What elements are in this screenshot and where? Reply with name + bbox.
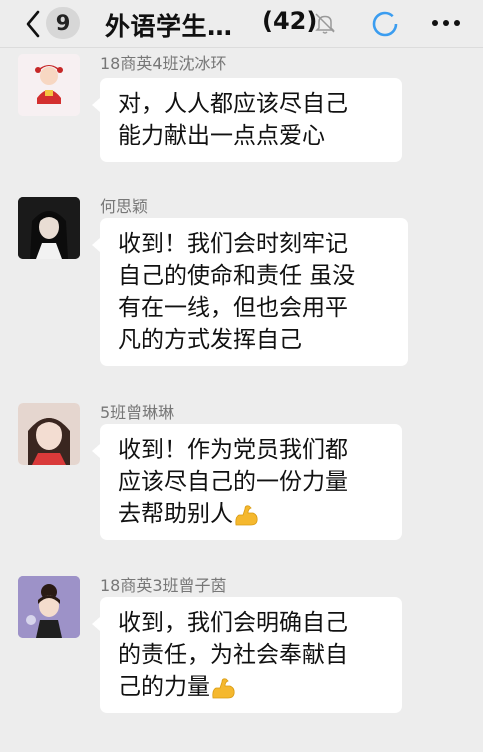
sender-avatar[interactable] bbox=[18, 403, 80, 465]
sender-avatar[interactable] bbox=[18, 576, 80, 638]
message-line: 有在一线，但也会用平 bbox=[118, 295, 348, 321]
chevron-left-icon bbox=[26, 10, 40, 38]
message-line: 凡的方式发挥自己 bbox=[118, 327, 302, 353]
message-line: 收到，我们会明确自己 bbox=[118, 610, 348, 636]
sender-avatar[interactable] bbox=[18, 197, 80, 259]
bell-muted-icon bbox=[315, 13, 335, 34]
member-count: (42) bbox=[262, 7, 318, 35]
sender-name: 18商英4班沈冰环 bbox=[100, 54, 227, 73]
message-bubble[interactable]: 收到，我们会明确自己 的责任，为社会奉献自 己的力量 bbox=[92, 597, 402, 713]
unread-count-badge[interactable]: 9 bbox=[46, 7, 80, 39]
message-line: 己的力量 bbox=[118, 671, 384, 703]
sender-name: 5班曾琳琳 bbox=[100, 403, 175, 422]
message-line: 去帮助别人 bbox=[118, 498, 384, 530]
message-line: 的责任，为社会奉献自 bbox=[118, 642, 348, 668]
back-button[interactable] bbox=[20, 9, 46, 39]
flexed-biceps-icon bbox=[235, 504, 258, 525]
photo-avatar-girl bbox=[18, 403, 80, 465]
chat-title: 外语学生… bbox=[105, 12, 233, 41]
sender-name: 何思颖 bbox=[100, 197, 149, 216]
sender-avatar[interactable] bbox=[18, 54, 80, 116]
photo-avatar-dark bbox=[18, 197, 80, 259]
loading-ring-icon bbox=[372, 11, 398, 37]
sender-name: 18商英3班曾子茵 bbox=[100, 576, 227, 595]
message-bubble[interactable]: 收到！作为党员我们都 应该尽自己的一份力量 去帮助别人 bbox=[92, 424, 402, 540]
message-line: 应该尽自己的一份力量 bbox=[118, 469, 348, 495]
message-bubble[interactable]: 收到！我们会时刻牢记 自己的使命和责任 虽没 有在一线，但也会用平 凡的方式发挥… bbox=[92, 218, 408, 366]
message-bubble[interactable]: 对，人人都应该尽自己 能力献出一点点爱心 bbox=[92, 78, 402, 162]
message-line: 能力献出一点点爱心 bbox=[118, 123, 325, 149]
message-line: 对，人人都应该尽自己 bbox=[118, 91, 348, 117]
message-line-text: 己的力量 bbox=[118, 674, 210, 700]
message-line: 收到！我们会时刻牢记 bbox=[118, 231, 348, 257]
message-line: 收到！作为党员我们都 bbox=[118, 437, 348, 463]
more-dots-icon[interactable] bbox=[428, 11, 464, 35]
cartoon-avatar-icon bbox=[18, 54, 80, 116]
message-line-text: 去帮助别人 bbox=[118, 501, 233, 527]
chat-header: 9 外语学生… (42) bbox=[0, 0, 483, 48]
message-line: 自己的使命和责任 虽没 bbox=[118, 263, 356, 289]
illustrated-avatar bbox=[18, 576, 80, 638]
flexed-biceps-icon bbox=[212, 677, 235, 698]
